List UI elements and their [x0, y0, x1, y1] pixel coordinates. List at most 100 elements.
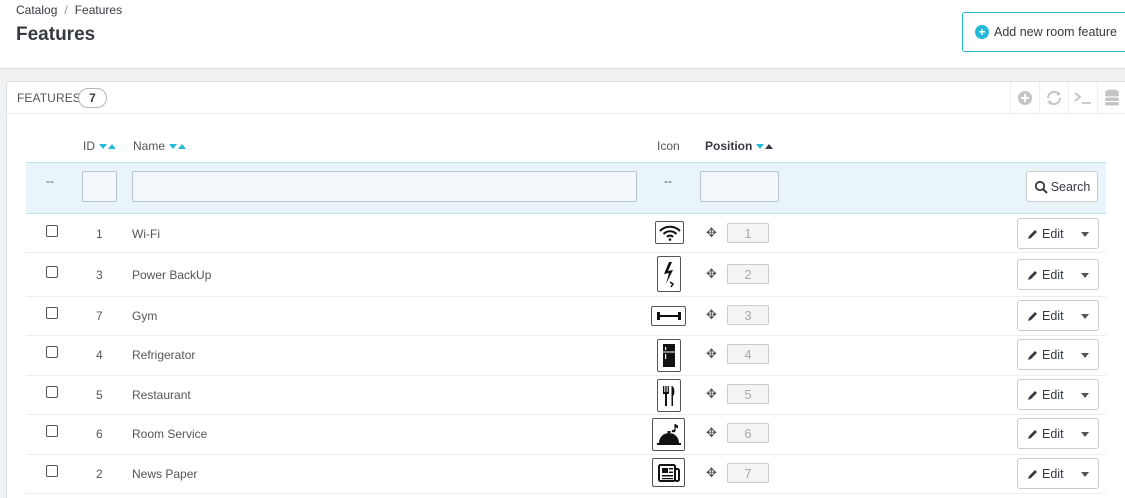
dropdown-caret-icon[interactable] — [1081, 353, 1089, 358]
position-value: 6 — [727, 423, 769, 443]
table-header: ID Name Icon Position — [26, 132, 1106, 162]
add-new-room-feature-button[interactable]: + Add new room feature — [962, 12, 1125, 52]
column-name-label: Name — [133, 139, 166, 153]
dropdown-caret-icon[interactable] — [1081, 393, 1089, 398]
position-value: 5 — [727, 384, 769, 404]
table-row[interactable]: 5 Restaurant ✥ 5 Edit — [26, 376, 1106, 415]
breadcrumb-features[interactable]: Features — [75, 3, 122, 17]
row-name: Wi-Fi — [132, 227, 160, 241]
column-position-label: Position — [705, 139, 753, 153]
column-position[interactable]: Position — [705, 139, 774, 153]
page-header: Catalog / Features Features + Add new room… — [0, 0, 1125, 69]
power-backup-icon — [657, 256, 681, 292]
add-icon-button[interactable] — [1010, 82, 1039, 114]
drag-handle-icon[interactable]: ✥ — [706, 465, 717, 481]
position-value: 4 — [727, 344, 769, 364]
edit-button[interactable]: Edit — [1017, 339, 1099, 370]
edit-button[interactable]: Edit — [1017, 218, 1099, 249]
room-service-icon — [652, 418, 685, 451]
edit-label: Edit — [1042, 226, 1064, 241]
drag-handle-icon[interactable]: ✥ — [706, 307, 717, 323]
column-icon-label: Icon — [657, 139, 680, 153]
search-button[interactable]: Search — [1026, 171, 1098, 202]
row-name: Power BackUp — [132, 268, 212, 282]
pencil-icon — [1028, 391, 1037, 400]
cutlery-icon — [657, 379, 681, 412]
plus-circle-icon: + — [975, 25, 989, 39]
row-checkbox[interactable] — [46, 346, 58, 358]
drag-handle-icon[interactable]: ✥ — [706, 386, 717, 402]
column-id[interactable]: ID — [83, 139, 116, 153]
position-value: 1 — [727, 223, 769, 243]
sort-arrows-icon[interactable] — [99, 143, 116, 149]
pencil-icon — [1028, 271, 1037, 280]
newspaper-icon — [652, 458, 685, 487]
id-filter-input[interactable] — [82, 171, 117, 202]
row-checkbox[interactable] — [46, 266, 58, 278]
checkbox-filter-placeholder: -- — [46, 174, 54, 188]
wifi-icon — [655, 221, 684, 244]
dropdown-caret-icon[interactable] — [1081, 472, 1089, 477]
refresh-button[interactable] — [1039, 82, 1068, 114]
table-row[interactable]: 4 Refrigerator ✥ 4 Edit — [26, 336, 1106, 376]
row-id: 3 — [96, 268, 103, 282]
pencil-icon — [1028, 430, 1037, 439]
column-id-label: ID — [83, 139, 95, 153]
plus-circle-icon — [1018, 91, 1032, 105]
row-checkbox[interactable] — [46, 465, 58, 477]
name-filter-input[interactable] — [132, 171, 637, 202]
row-name: Room Service — [132, 427, 208, 441]
row-checkbox[interactable] — [46, 307, 58, 319]
row-id: 7 — [96, 309, 103, 323]
drag-handle-icon[interactable]: ✥ — [706, 346, 717, 362]
drag-handle-icon[interactable]: ✥ — [706, 425, 717, 441]
breadcrumb-catalog[interactable]: Catalog — [16, 3, 57, 17]
edit-button[interactable]: Edit — [1017, 458, 1099, 489]
edit-button[interactable]: Edit — [1017, 259, 1099, 290]
position-value: 2 — [727, 264, 769, 284]
sort-arrows-icon[interactable] — [756, 143, 774, 149]
dropdown-caret-icon[interactable] — [1081, 273, 1089, 278]
position-filter-input[interactable] — [700, 171, 779, 202]
drag-handle-icon[interactable]: ✥ — [706, 266, 717, 282]
row-name: News Paper — [132, 467, 198, 481]
edit-button[interactable]: Edit — [1017, 379, 1099, 410]
export-button[interactable] — [1097, 82, 1125, 114]
row-id: 5 — [96, 388, 103, 402]
table-row[interactable]: 3 Power BackUp ✥ 2 Edit — [26, 253, 1106, 297]
pencil-icon — [1028, 470, 1037, 479]
table-row[interactable]: 2 News Paper ✥ 7 Edit — [26, 455, 1106, 494]
table-row[interactable]: 1 Wi-Fi ✥ 1 Edit — [26, 214, 1106, 253]
add-button-label: Add new room feature — [994, 25, 1117, 39]
pencil-icon — [1028, 351, 1037, 360]
dropdown-caret-icon[interactable] — [1081, 232, 1089, 237]
edit-label: Edit — [1042, 267, 1064, 282]
search-icon — [1034, 180, 1048, 194]
breadcrumb: Catalog / Features — [16, 3, 122, 17]
column-name[interactable]: Name — [133, 139, 187, 153]
table-row[interactable]: 7 Gym ✥ 3 Edit — [26, 297, 1106, 336]
edit-label: Edit — [1042, 347, 1064, 362]
panel-heading: FEATURES 7 — [7, 82, 1125, 114]
edit-label: Edit — [1042, 387, 1064, 402]
position-value: 7 — [727, 463, 769, 483]
row-id: 4 — [96, 348, 103, 362]
table-row[interactable]: 6 Room Service ✥ 6 Edit — [26, 415, 1106, 455]
row-id: 2 — [96, 467, 103, 481]
breadcrumb-separator: / — [64, 3, 68, 17]
edit-button[interactable]: Edit — [1017, 300, 1099, 331]
drag-handle-icon[interactable]: ✥ — [706, 225, 717, 241]
dropdown-caret-icon[interactable] — [1081, 314, 1089, 319]
sort-arrows-icon[interactable] — [169, 143, 187, 149]
edit-label: Edit — [1042, 308, 1064, 323]
dropdown-caret-icon[interactable] — [1081, 432, 1089, 437]
refrigerator-icon — [657, 339, 681, 372]
sql-query-button[interactable] — [1068, 82, 1097, 114]
row-checkbox[interactable] — [46, 225, 58, 237]
row-name: Refrigerator — [132, 348, 196, 362]
panel-title: FEATURES — [17, 91, 81, 105]
row-checkbox[interactable] — [46, 386, 58, 398]
column-icon: Icon — [657, 139, 680, 153]
edit-button[interactable]: Edit — [1017, 418, 1099, 449]
row-checkbox[interactable] — [46, 425, 58, 437]
